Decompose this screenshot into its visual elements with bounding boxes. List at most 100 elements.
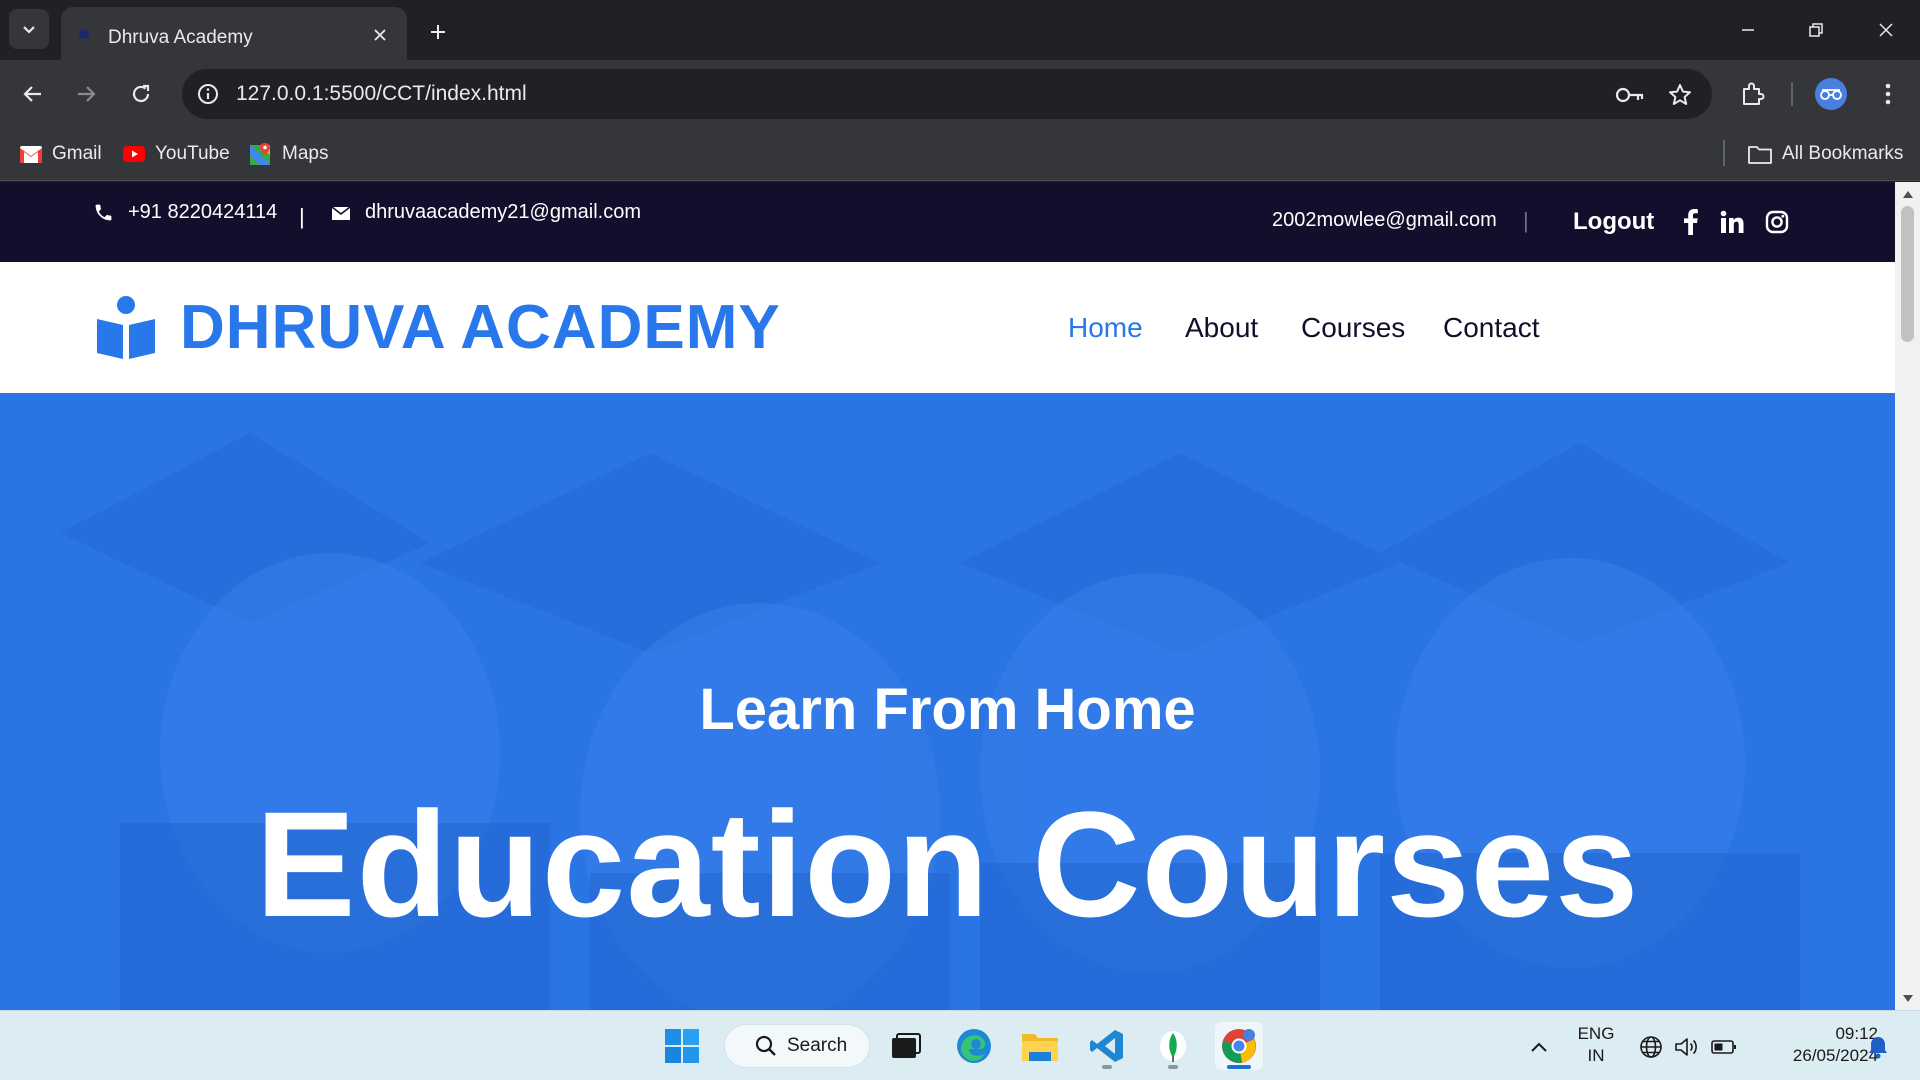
reload-button[interactable] xyxy=(121,74,161,114)
chrome-app[interactable] xyxy=(1215,1022,1263,1070)
topbar-separator: | xyxy=(1523,208,1529,233)
show-hidden-icons-button[interactable] xyxy=(1525,1033,1553,1061)
clock-time: 09:12 xyxy=(1835,1024,1878,1043)
email-contact[interactable]: dhruvaacademy21@gmail.com xyxy=(331,201,641,224)
contact-email: dhruvaacademy21@gmail.com xyxy=(365,201,641,223)
all-bookmarks-label: All Bookmarks xyxy=(1782,143,1904,164)
bookmark-star-button[interactable] xyxy=(1663,78,1697,112)
nav-link-contact[interactable]: Contact xyxy=(1443,312,1540,344)
instagram-icon xyxy=(1765,210,1789,234)
edge-app[interactable] xyxy=(950,1022,998,1070)
battery-button[interactable] xyxy=(1710,1033,1738,1061)
bookmark-gmail[interactable]: Gmail xyxy=(20,140,102,168)
minimize-button[interactable] xyxy=(1714,0,1782,60)
start-button[interactable] xyxy=(658,1022,706,1070)
scroll-up-button[interactable] xyxy=(1901,188,1914,200)
phone-contact[interactable]: +91 8220424114 xyxy=(93,201,277,224)
tab-search-button[interactable] xyxy=(9,9,49,49)
nav-link-courses[interactable]: Courses xyxy=(1301,312,1405,344)
bookmarks-bar: Gmail YouTube Maps All Bookmarks xyxy=(0,128,1920,181)
edge-icon xyxy=(957,1029,991,1063)
bookmark-label: YouTube xyxy=(155,143,230,164)
clock[interactable]: 09:12 26/05/2024 xyxy=(1758,1023,1878,1067)
browser-tab-strip: Dhruva Academy xyxy=(0,0,1920,60)
password-key-button[interactable] xyxy=(1613,78,1647,112)
task-view-button[interactable] xyxy=(882,1022,930,1070)
browser-tab[interactable]: Dhruva Academy xyxy=(61,7,407,60)
input-language-indicator[interactable]: ENG IN xyxy=(1572,1023,1620,1067)
triangle-down-icon xyxy=(1902,994,1913,1002)
hero-banner: Learn From Home Education Courses xyxy=(0,393,1895,1010)
hero-title: Education Courses xyxy=(255,780,1640,948)
arrow-left-icon xyxy=(23,86,41,102)
windows-logo-icon xyxy=(665,1029,699,1063)
chevron-up-icon xyxy=(1531,1042,1547,1052)
facebook-link[interactable] xyxy=(1675,206,1707,238)
bookmark-youtube[interactable]: YouTube xyxy=(123,140,230,168)
profile-avatar[interactable] xyxy=(1815,78,1847,110)
network-button[interactable] xyxy=(1637,1033,1665,1061)
tab-close-button[interactable] xyxy=(367,22,393,48)
bookmarks-divider xyxy=(1723,140,1725,166)
favicon-icon xyxy=(79,29,89,39)
instagram-link[interactable] xyxy=(1761,206,1793,238)
nav-link-home[interactable]: Home xyxy=(1068,312,1143,344)
arrow-right-icon xyxy=(78,86,96,102)
incognito-glasses-icon xyxy=(1820,89,1842,100)
url-text[interactable]: 127.0.0.1:5500/CCT/index.html xyxy=(236,82,527,106)
page-viewport: +91 8220424114 | dhruvaacademy21@gmail.c… xyxy=(0,182,1895,1010)
address-bar[interactable]: 127.0.0.1:5500/CCT/index.html xyxy=(182,69,1712,119)
taskbar-search[interactable]: Search xyxy=(724,1024,870,1068)
close-icon xyxy=(1879,23,1893,37)
logout-button[interactable]: Logout xyxy=(1573,208,1654,236)
all-bookmarks-button[interactable]: All Bookmarks xyxy=(1748,140,1903,168)
scrollbar-thumb[interactable] xyxy=(1901,206,1914,342)
linkedin-link[interactable] xyxy=(1716,206,1748,238)
brand-logo-text[interactable]: DHRUVA ACADEMY xyxy=(180,292,781,363)
back-button[interactable] xyxy=(13,74,53,114)
restore-button[interactable] xyxy=(1782,0,1850,60)
info-icon xyxy=(198,84,218,104)
bell-icon xyxy=(1869,1037,1887,1059)
volume-button[interactable] xyxy=(1673,1033,1701,1061)
search-label: Search xyxy=(787,1035,848,1056)
puzzle-icon xyxy=(1743,82,1765,105)
browser-toolbar: 127.0.0.1:5500/CCT/index.html xyxy=(0,60,1920,128)
gmail-icon xyxy=(20,145,42,163)
page-scrollbar[interactable] xyxy=(1895,182,1920,1010)
nav-link-about[interactable]: About xyxy=(1185,312,1258,344)
hero-subtitle: Learn From Home xyxy=(699,677,1196,742)
envelope-icon xyxy=(331,205,351,220)
youtube-icon xyxy=(123,146,145,162)
reader-book-icon xyxy=(97,296,155,359)
battery-icon xyxy=(1711,1040,1736,1054)
forward-button[interactable] xyxy=(66,74,106,114)
mongodb-compass-app[interactable] xyxy=(1149,1022,1197,1070)
globe-icon xyxy=(1640,1036,1662,1058)
language-code: ENG xyxy=(1577,1024,1615,1043)
extensions-button[interactable] xyxy=(1733,74,1773,114)
linkedin-icon xyxy=(1720,210,1744,233)
speaker-icon xyxy=(1675,1038,1697,1056)
chrome-icon xyxy=(1222,1029,1256,1063)
scroll-down-button[interactable] xyxy=(1901,992,1914,1004)
maps-icon xyxy=(250,143,270,165)
chrome-menu-button[interactable] xyxy=(1868,74,1908,114)
triangle-up-icon xyxy=(1902,190,1913,198)
clock-date: 26/05/2024 xyxy=(1792,1046,1878,1065)
star-icon xyxy=(1669,84,1691,105)
vscode-app[interactable] xyxy=(1083,1022,1131,1070)
region-code: IN xyxy=(1587,1046,1605,1065)
close-icon xyxy=(374,29,386,41)
running-indicator xyxy=(1102,1065,1112,1069)
topbar-separator: | xyxy=(299,204,305,229)
tab-title: Dhruva Academy xyxy=(108,27,253,48)
file-explorer-app[interactable] xyxy=(1016,1022,1064,1070)
task-view-icon xyxy=(892,1033,921,1058)
main-navbar: DHRUVA ACADEMY Home About Courses Contac… xyxy=(0,262,1895,393)
bookmark-maps[interactable]: Maps xyxy=(250,140,328,168)
close-window-button[interactable] xyxy=(1852,0,1920,60)
notifications-button[interactable] xyxy=(1864,1033,1892,1061)
new-tab-button[interactable] xyxy=(420,14,456,50)
site-info-button[interactable] xyxy=(192,78,224,110)
